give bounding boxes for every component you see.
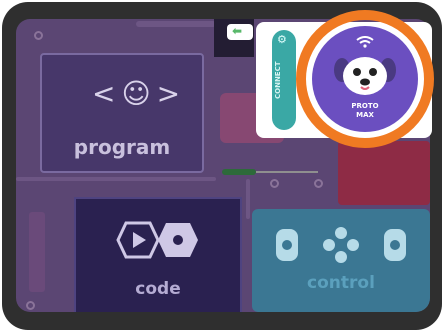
highlight-ring: [296, 10, 434, 148]
connect-label: CONNECT: [274, 61, 282, 99]
decor-red-tile: [338, 141, 430, 205]
board-screw: [34, 31, 43, 40]
gamepad-icon: [276, 227, 406, 263]
gear-icon: ⚙: [277, 33, 287, 46]
board-screw: [270, 179, 279, 188]
board-trace: [16, 177, 216, 181]
board-screw: [314, 179, 323, 188]
decor-ruler: [29, 212, 45, 292]
screwdriver-icon: [222, 169, 318, 175]
program-label: program: [73, 135, 171, 159]
back-button[interactable]: ⬅: [227, 24, 253, 40]
program-tile[interactable]: <☺> program: [40, 53, 204, 173]
arrow-left-icon: ⬅: [232, 24, 243, 38]
board-screw: [26, 301, 35, 310]
connect-button[interactable]: ⚙ CONNECT: [272, 30, 296, 130]
smiley-brackets-icon: <☺>: [92, 77, 187, 110]
board-trace: [246, 179, 250, 219]
control-tile[interactable]: control: [252, 209, 430, 312]
code-label: code: [135, 279, 181, 299]
board-trace: [136, 21, 216, 27]
control-label: control: [307, 273, 375, 293]
code-tile[interactable]: code: [74, 197, 242, 312]
play-blocks-icon: [116, 221, 198, 259]
